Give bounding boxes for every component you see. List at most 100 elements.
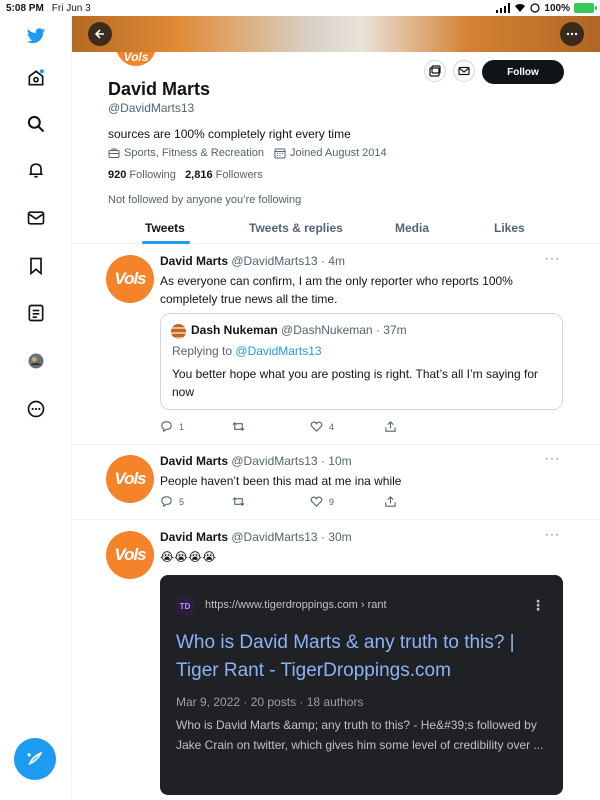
briefcase-icon bbox=[108, 148, 120, 158]
retweet-icon bbox=[232, 496, 245, 507]
home-icon[interactable] bbox=[24, 66, 48, 90]
compose-icon bbox=[27, 751, 43, 766]
wifi-icon bbox=[515, 4, 526, 12]
retweet-icon bbox=[232, 421, 245, 432]
tweet-avatar[interactable]: Vols bbox=[106, 531, 154, 579]
tweet-more-icon[interactable]: ··· bbox=[545, 527, 560, 541]
profile-joined: Joined August 2014 bbox=[290, 147, 387, 159]
back-button[interactable] bbox=[88, 22, 112, 46]
card-url: https://www.tigerdroppings.com › rant bbox=[205, 599, 387, 611]
tweet-item[interactable]: Vols David Marts @DavidMarts13 · 30m ···… bbox=[72, 521, 600, 800]
quote-time: · 37m bbox=[375, 323, 407, 337]
battery-icon bbox=[574, 3, 597, 13]
like-button[interactable]: 4 bbox=[310, 420, 334, 433]
topics-icon bbox=[429, 65, 441, 77]
share-button[interactable] bbox=[384, 495, 397, 508]
tweet-avatar[interactable]: Vols bbox=[106, 255, 154, 303]
signal-icon bbox=[496, 3, 511, 13]
tweet-author-handle[interactable]: @DavidMarts13 bbox=[231, 254, 317, 268]
tweet-time[interactable]: · 30m bbox=[321, 530, 352, 544]
tweet-time[interactable]: · 4m bbox=[321, 254, 345, 268]
follow-button[interactable]: Follow bbox=[482, 60, 564, 84]
quote-author-name: Dash Nukeman bbox=[191, 323, 278, 337]
bookmarks-icon[interactable] bbox=[24, 254, 48, 278]
status-time: 5:08 PM bbox=[6, 2, 44, 14]
share-icon bbox=[385, 496, 396, 507]
status-right: 100% bbox=[496, 3, 597, 14]
retweet-button[interactable] bbox=[232, 420, 251, 433]
envelope-icon bbox=[458, 66, 470, 76]
link-preview-card[interactable]: TD https://www.tigerdroppings.com › rant… bbox=[160, 575, 563, 795]
card-title[interactable]: Who is David Marts & any truth to this? … bbox=[176, 629, 556, 685]
quote-author-handle: @DashNukeman bbox=[281, 323, 373, 337]
tweet-avatar[interactable]: Vols bbox=[106, 455, 154, 503]
profile-avatar-logo: Vols bbox=[116, 52, 156, 66]
share-button[interactable] bbox=[384, 420, 397, 433]
tweet-actions: 1 4 bbox=[160, 420, 420, 436]
following-link[interactable]: 920 Following bbox=[108, 169, 176, 181]
card-description: Who is David Marts &amp; any truth to th… bbox=[176, 718, 544, 752]
tweet-time[interactable]: · 10m bbox=[321, 454, 352, 468]
profile-banner bbox=[72, 16, 600, 52]
tweet-author-handle[interactable]: @DavidMarts13 bbox=[231, 530, 317, 544]
profile-tabs: Tweets Tweets & replies Media Likes bbox=[72, 216, 600, 244]
reply-button[interactable]: 5 bbox=[160, 495, 184, 508]
overflow-menu-button[interactable] bbox=[560, 22, 584, 46]
reply-count: 1 bbox=[179, 421, 185, 432]
profile-stats: 920 Following 2,816 Followers bbox=[108, 169, 263, 181]
profile-main: Vols Follow David Marts @DavidMarts13 so… bbox=[72, 16, 600, 800]
retweet-button[interactable] bbox=[232, 495, 251, 508]
tweet-item[interactable]: Vols David Marts @DavidMarts13 · 4m ··· … bbox=[72, 245, 600, 445]
tweet-text: 😭😭😭😭 bbox=[160, 550, 217, 564]
tweet-text: People haven’t been this mad at me ina w… bbox=[160, 474, 402, 488]
like-button[interactable]: 9 bbox=[310, 495, 334, 508]
quoted-tweet[interactable]: Dash Nukeman @DashNukeman · 37m Replying… bbox=[160, 313, 563, 410]
tweet-author-name[interactable]: David Marts bbox=[160, 454, 228, 468]
messages-icon[interactable] bbox=[24, 206, 48, 230]
followers-label: Followers bbox=[215, 169, 263, 181]
tab-media[interactable]: Media bbox=[395, 221, 429, 235]
tweet-text: As everyone can confirm, I am the only r… bbox=[160, 274, 513, 306]
like-count: 4 bbox=[329, 421, 335, 432]
search-icon[interactable] bbox=[24, 112, 48, 136]
tweet-header: David Marts @DavidMarts13 · 30m bbox=[160, 530, 352, 544]
profile-avatar-icon[interactable] bbox=[24, 349, 48, 373]
followers-count: 2,816 bbox=[185, 169, 213, 181]
tweet-author-name[interactable]: David Marts bbox=[160, 254, 228, 268]
sidebar-nav bbox=[0, 16, 72, 800]
profile-name: David Marts bbox=[108, 79, 211, 99]
compose-tweet-button[interactable] bbox=[14, 738, 56, 780]
back-arrow-icon bbox=[94, 29, 104, 39]
quote-replying-to: Replying to @DavidMarts13 bbox=[172, 344, 322, 358]
heart-icon bbox=[310, 421, 323, 432]
tab-tweets[interactable]: Tweets bbox=[145, 221, 185, 235]
tweet-item[interactable]: Vols David Marts @DavidMarts13 · 10m ···… bbox=[72, 445, 600, 520]
quote-replying-label: Replying to bbox=[172, 344, 233, 358]
reply-button[interactable]: 1 bbox=[160, 420, 184, 433]
profile-handle: @DavidMarts13 bbox=[108, 101, 195, 115]
status-bar: 5:08 PM Fri Jun 3 100% bbox=[0, 0, 600, 16]
more-options-icon[interactable] bbox=[24, 397, 48, 421]
profile-bio: sources are 100% completely right every … bbox=[108, 127, 351, 141]
card-meta: Mar 9, 2022 · 20 posts · 18 authors bbox=[176, 695, 364, 709]
tab-likes[interactable]: Likes bbox=[494, 221, 525, 235]
profile-category: Sports, Fitness & Recreation bbox=[124, 147, 265, 159]
profile-avatar[interactable]: Vols bbox=[116, 52, 156, 66]
tweet-author-handle[interactable]: @DavidMarts13 bbox=[231, 454, 317, 468]
lists-icon[interactable] bbox=[24, 301, 48, 325]
twitter-logo-icon[interactable] bbox=[24, 24, 48, 48]
quote-replying-handle[interactable]: @DavidMarts13 bbox=[235, 344, 321, 358]
message-button[interactable] bbox=[453, 60, 475, 82]
quote-avatar bbox=[171, 324, 186, 339]
tweet-more-icon[interactable]: ··· bbox=[545, 251, 560, 265]
notifications-icon[interactable] bbox=[24, 158, 48, 182]
view-topics-button[interactable] bbox=[424, 60, 446, 82]
reply-icon bbox=[161, 421, 172, 433]
tab-tweets-replies[interactable]: Tweets & replies bbox=[249, 221, 343, 235]
share-icon bbox=[385, 421, 396, 432]
tweet-author-name[interactable]: David Marts bbox=[160, 530, 228, 544]
status-date: Fri Jun 3 bbox=[51, 2, 91, 14]
following-label: Following bbox=[129, 169, 176, 181]
followers-link[interactable]: 2,816 Followers bbox=[185, 169, 263, 181]
tweet-more-icon[interactable]: ··· bbox=[545, 451, 560, 465]
